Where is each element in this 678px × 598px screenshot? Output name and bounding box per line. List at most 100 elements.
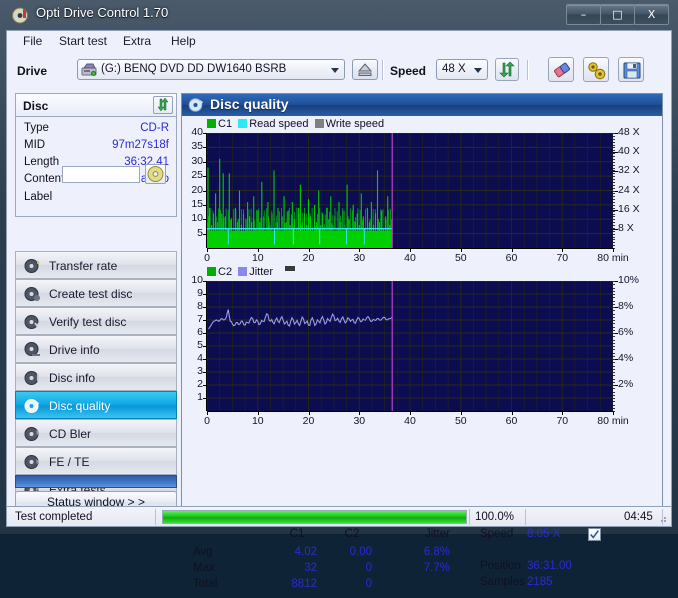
label-field-label: Label bbox=[24, 191, 53, 203]
stats-total-c1: 8812 bbox=[291, 578, 317, 590]
y2-minor-tick bbox=[613, 239, 615, 241]
y2-tick-label: 4% bbox=[618, 352, 634, 364]
y2-minor-tick bbox=[613, 199, 615, 201]
x-axis-line bbox=[207, 411, 614, 412]
sidebar-item-drive-info[interactable]: Drive info bbox=[15, 335, 177, 363]
legend-swatch-jitter bbox=[238, 267, 248, 276]
y2-minor-tick bbox=[613, 153, 615, 155]
y2-minor-tick bbox=[613, 207, 615, 209]
menu-bar: File Start test Extra Help bbox=[7, 31, 671, 52]
y-tick-label: 10 bbox=[191, 274, 203, 286]
y2-minor-tick bbox=[613, 307, 615, 308]
y2-minor-tick bbox=[613, 233, 615, 235]
progress-bar-fill bbox=[163, 511, 466, 523]
y2-minor-tick bbox=[613, 388, 615, 390]
y2-minor-tick bbox=[613, 193, 615, 195]
sidebar-item-label: Transfer rate bbox=[49, 259, 118, 273]
disc-section-header: Disc bbox=[15, 93, 177, 117]
menu-file[interactable]: File bbox=[19, 34, 46, 49]
refresh-arrows-icon bbox=[157, 97, 169, 112]
disc-bler-icon bbox=[24, 427, 39, 441]
disc-fete-icon bbox=[24, 455, 39, 469]
erase-button[interactable] bbox=[548, 57, 574, 82]
x-axis-line bbox=[207, 248, 614, 249]
x-tick-label: 80 min bbox=[597, 415, 629, 427]
menu-help[interactable]: Help bbox=[167, 34, 200, 49]
sidebar-item-disc-info[interactable]: Disc info bbox=[15, 363, 177, 391]
statusbar-separator-1 bbox=[155, 509, 156, 525]
y2-minor-tick bbox=[613, 227, 615, 229]
save-button[interactable] bbox=[618, 57, 644, 82]
y2-minor-tick bbox=[613, 150, 615, 152]
menu-extra[interactable]: Extra bbox=[119, 34, 155, 49]
panel-title: Disc quality bbox=[210, 96, 289, 112]
stats-header-c1: C1 bbox=[289, 528, 305, 540]
chevron-down-icon[interactable] bbox=[331, 68, 339, 73]
y2-minor-tick bbox=[613, 187, 615, 189]
sidebar-item-fe-te[interactable]: FE / TE bbox=[15, 447, 177, 475]
result-samples-value: 2185 bbox=[527, 576, 553, 588]
y-tick-label: 5 bbox=[197, 226, 203, 239]
y-tick-label: 7 bbox=[197, 313, 203, 325]
disc-refresh-button[interactable] bbox=[153, 96, 173, 114]
y2-minor-tick bbox=[613, 346, 615, 347]
refresh-button[interactable] bbox=[495, 58, 519, 81]
y2-minor-tick bbox=[613, 329, 615, 331]
maximize-button[interactable]: □ bbox=[600, 4, 635, 25]
disc-row-value: 97m27s18f bbox=[112, 139, 169, 151]
x-tick-label: 30 bbox=[353, 252, 366, 264]
menu-start-test[interactable]: Start test bbox=[55, 34, 111, 49]
title-bar: Opti Drive Control 1.70 – □ X bbox=[0, 0, 678, 30]
y2-minor-tick bbox=[613, 158, 615, 160]
y2-tick-label: 10% bbox=[618, 274, 640, 286]
sidebar-item-cd-bler[interactable]: CD Bler bbox=[15, 419, 177, 447]
x-tick-label: 70 bbox=[556, 415, 569, 427]
eject-button[interactable] bbox=[352, 59, 378, 80]
drive-icon bbox=[81, 63, 97, 76]
x-tick-label: 50 bbox=[454, 252, 467, 264]
y-tick-label: 20 bbox=[191, 183, 203, 196]
chevron-down-icon[interactable] bbox=[474, 68, 482, 73]
y2-minor-tick bbox=[613, 135, 615, 137]
legend-label-c2: C2 bbox=[218, 266, 233, 278]
sidebar-item-label: Drive info bbox=[49, 343, 100, 357]
disc-quality-icon bbox=[24, 399, 39, 413]
label-input[interactable] bbox=[62, 166, 140, 183]
resize-grip-icon[interactable] bbox=[656, 512, 668, 524]
jitter-checkbox[interactable] bbox=[588, 528, 601, 541]
close-button[interactable]: X bbox=[634, 4, 669, 25]
stats-avg-c1: 4.02 bbox=[294, 546, 317, 558]
y2-minor-tick bbox=[613, 362, 615, 364]
disc-row-type: Type CD-R bbox=[16, 122, 178, 139]
x-tick-label: 20 bbox=[302, 252, 315, 264]
stats-row-label-avg: Avg bbox=[193, 546, 213, 558]
checkmark-icon bbox=[590, 530, 599, 539]
y2-minor-tick bbox=[613, 230, 615, 232]
disc-label-button[interactable] bbox=[145, 164, 166, 184]
speed-select[interactable]: 48 X bbox=[436, 59, 488, 80]
y2-minor-tick bbox=[613, 339, 615, 341]
y2-minor-tick bbox=[613, 281, 615, 282]
y2-minor-tick bbox=[613, 170, 615, 172]
y2-minor-tick bbox=[613, 204, 615, 206]
sidebar-item-disc-quality[interactable]: Disc quality bbox=[15, 391, 177, 419]
minimize-button[interactable]: – bbox=[566, 4, 601, 25]
tools-button[interactable] bbox=[583, 57, 609, 82]
x-tick-label: 10 bbox=[251, 252, 264, 264]
scale-marker-icon bbox=[285, 266, 295, 271]
legend-label-jitter: Jitter bbox=[249, 266, 274, 278]
y2-minor-tick bbox=[613, 401, 615, 403]
y2-minor-tick bbox=[613, 179, 615, 180]
sidebar-item-create-test-disc[interactable]: Create test disc bbox=[15, 279, 177, 307]
sidebar-item-transfer-rate[interactable]: Transfer rate bbox=[15, 251, 177, 279]
sidebar-item-verify-test-disc[interactable]: Verify test disc bbox=[15, 307, 177, 335]
y2-tick-mark bbox=[613, 171, 618, 173]
nav-filler bbox=[15, 475, 177, 488]
y2-minor-tick bbox=[613, 196, 615, 198]
drive-select[interactable]: (G:) BENQ DVD DD DW1640 BSRB bbox=[77, 59, 345, 80]
result-position-value: 36:31.00 bbox=[527, 560, 572, 572]
result-speed-label: Speed bbox=[480, 528, 514, 540]
x-tick-label: 10 bbox=[251, 415, 264, 427]
disc-speed-icon bbox=[24, 259, 40, 273]
progress-percent: 100.0% bbox=[475, 511, 515, 523]
